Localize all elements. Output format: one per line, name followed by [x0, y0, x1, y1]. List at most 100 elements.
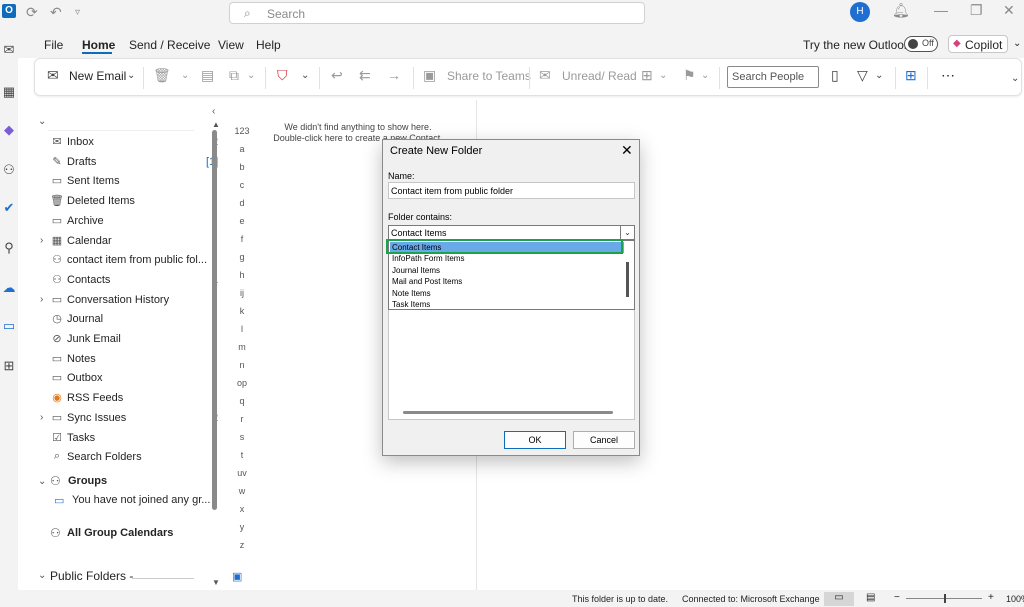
folder-item-tasks[interactable]: ☑ Tasks [50, 430, 220, 448]
tab-send-receive[interactable]: Send / Receive [129, 38, 210, 52]
folder-type-option[interactable]: Journal Items [390, 265, 624, 276]
ok-button[interactable]: OK [504, 431, 566, 449]
folder-type-option[interactable]: InfoPath Form Items [390, 253, 624, 264]
alpha-index-item[interactable]: z [232, 540, 252, 558]
folder-item-journal[interactable]: ◷ Journal [50, 311, 220, 329]
public-folders-header[interactable]: Public Folders - [50, 569, 133, 583]
tab-file[interactable]: File [44, 38, 63, 52]
zoom-in-icon[interactable]: + [988, 592, 994, 603]
alpha-index-item[interactable]: ij [232, 288, 252, 306]
folder-item-search-folders[interactable]: ⌕ Search Folders [50, 449, 220, 467]
chevron-down-icon[interactable]: ⌄ [247, 70, 255, 81]
teams-icon[interactable]: ▣ [423, 67, 436, 84]
folder-item-sync-issues[interactable]: ›▭Sync Issues2 [40, 410, 220, 428]
folder-item-rss-feeds[interactable]: ◉ RSS Feeds [50, 390, 220, 408]
contact-view-icon[interactable]: ▣ [232, 570, 242, 583]
zoom-slider-thumb[interactable] [944, 594, 946, 603]
delete-icon[interactable]: 🗑︎ [153, 67, 171, 84]
alpha-index-item[interactable]: d [232, 198, 252, 216]
expand-ribbon-icon[interactable]: ⌄ [1011, 73, 1019, 84]
alpha-index-item[interactable]: 123 [232, 126, 252, 144]
bell-icon[interactable]: 🔔︎ [892, 2, 910, 19]
chevron-down-icon[interactable]: ⌄ [38, 570, 46, 581]
alpha-index-item[interactable]: uv [232, 468, 252, 486]
report-icon[interactable]: ⛉ [277, 67, 288, 84]
alpha-index-item[interactable]: c [232, 180, 252, 198]
folder-item-calendar[interactable]: › ▦ Calendar [40, 233, 220, 251]
chevron-down-icon[interactable]: ⌄ [875, 70, 883, 81]
forward-icon[interactable]: → [387, 67, 401, 83]
avatar[interactable]: H [850, 2, 870, 22]
list-scrollbar[interactable] [626, 262, 629, 297]
chevron-down-icon[interactable]: ⌄ [659, 70, 667, 81]
alpha-index-item[interactable]: l [232, 324, 252, 342]
groups-header[interactable]: Groups [68, 475, 107, 487]
chevron-down-icon[interactable]: ⌄ [38, 116, 46, 127]
calendar-icon[interactable]: ▦ [1, 84, 17, 100]
folder-item-inbox[interactable]: ✉Inbox2 [50, 134, 220, 152]
tab-help[interactable]: Help [256, 38, 281, 52]
apps-icon[interactable]: ⊞ [905, 67, 917, 84]
folder-item-notes[interactable]: ▭ Notes [50, 351, 220, 369]
chevron-down-icon[interactable]: ⌄ [701, 70, 709, 81]
folder-item-sent-items[interactable]: ▭ Sent Items [50, 173, 220, 191]
alpha-index-item[interactable]: h [232, 270, 252, 288]
folder-item-junk-email[interactable]: ⊘ Junk Email [50, 331, 220, 349]
all-group-calendars-link[interactable]: All Group Calendars [67, 527, 173, 539]
more-options-icon[interactable]: ⋯ [941, 67, 955, 84]
tab-home[interactable]: Home [82, 38, 115, 52]
categorize-icon[interactable]: ⊞ [641, 67, 653, 84]
flag-icon[interactable]: ⚑ [683, 67, 696, 84]
undo-icon[interactable]: ↶ [50, 4, 62, 21]
alpha-index-item[interactable]: s [232, 432, 252, 450]
collapse-pane-icon[interactable]: ‹ [212, 106, 215, 117]
folder-location-tree[interactable] [388, 310, 635, 420]
scroll-up-icon[interactable]: ▲ [212, 120, 220, 129]
chevron-right-icon[interactable]: › [40, 412, 43, 423]
folder-item-deleted-items[interactable]: 🗑︎ Deleted Items [50, 193, 220, 211]
alpha-index-item[interactable]: g [232, 252, 252, 270]
chevron-down-icon[interactable]: ⌄ [620, 226, 634, 239]
alpha-index-item[interactable]: op [232, 378, 252, 396]
customize-quick-access-icon[interactable]: ▿ [75, 7, 80, 18]
tree-horizontal-scrollbar[interactable] [403, 411, 613, 414]
chevron-right-icon[interactable]: › [40, 235, 43, 246]
folder-type-option[interactable]: Note Items [390, 288, 624, 299]
share-to-teams-button[interactable]: Share to Teams [447, 69, 531, 83]
unread-read-button[interactable]: Unread/ Read [562, 69, 637, 83]
mail-icon[interactable]: ✉ [1, 42, 17, 58]
minimize-icon[interactable]: — [934, 2, 948, 18]
reading-view-icon[interactable]: ▤ [866, 592, 875, 603]
folder-icon[interactable]: ▭ [1, 318, 17, 334]
folder-item-contact-item-from-public-fol[interactable]: ⚇ contact item from public fol... [50, 252, 220, 270]
tab-view[interactable]: View [218, 38, 244, 52]
new-outlook-toggle[interactable]: Off [904, 36, 938, 52]
apps-icon[interactable]: ⊞ [1, 358, 17, 374]
alpha-index-item[interactable]: q [232, 396, 252, 414]
folder-item-outbox[interactable]: ▭ Outbox [50, 370, 220, 388]
folder-pane-scrollbar[interactable] [212, 130, 217, 510]
archive-icon[interactable]: ▤ [201, 67, 214, 84]
normal-view-icon[interactable]: ▭ [824, 592, 854, 606]
onedrive-icon[interactable]: ☁ [1, 280, 17, 296]
alpha-index-item[interactable]: f [232, 234, 252, 252]
folder-type-option[interactable]: Mail and Post Items [390, 276, 624, 287]
folder-item-archive[interactable]: ▭ Archive [50, 213, 220, 231]
alpha-index-item[interactable]: m [232, 342, 252, 360]
alpha-index-item[interactable]: t [232, 450, 252, 468]
alpha-index-item[interactable]: e [232, 216, 252, 234]
org-icon[interactable]: ⚲ [1, 240, 17, 256]
close-icon[interactable]: ✕ [1003, 2, 1015, 19]
folder-item-drafts[interactable]: ✎Drafts[1] [50, 154, 220, 172]
reply-icon[interactable]: ↩ [331, 67, 343, 84]
sync-icon[interactable]: ⟳ [26, 4, 38, 21]
chevron-down-icon[interactable]: ⌄ [38, 476, 46, 487]
alpha-index-item[interactable]: a [232, 144, 252, 162]
alpha-index-item[interactable]: x [232, 504, 252, 522]
reply-all-icon[interactable]: ⇇ [359, 67, 371, 84]
new-email-button[interactable]: New Email [69, 69, 126, 83]
cancel-button[interactable]: Cancel [573, 431, 635, 449]
move-icon[interactable]: ⧉ [229, 67, 239, 84]
folder-type-option[interactable]: Task Items [390, 299, 624, 310]
alpha-index-item[interactable]: y [232, 522, 252, 540]
